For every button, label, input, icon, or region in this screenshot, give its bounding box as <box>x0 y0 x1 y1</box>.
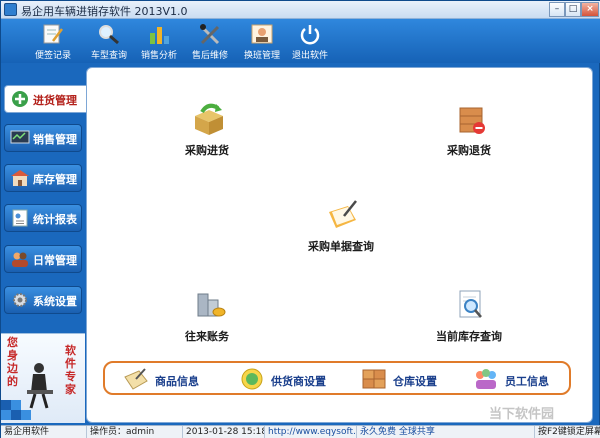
status-operator: 操作员：admin <box>87 426 183 438</box>
watermark-text: 当下软件园 <box>489 407 555 422</box>
sidebar-item-daily[interactable]: 日常管理 <box>4 245 82 273</box>
toolbar-repair-label: 售后维修 <box>191 51 228 61</box>
monitor-icon <box>10 130 30 144</box>
magnifier-icon <box>99 25 119 45</box>
quick-links-bar: 商品信息 供货商设置 仓库设置 员工信息 <box>103 361 571 395</box>
sidebar-item-label: 进货管理 <box>33 94 77 107</box>
sidebar-item-label: 系统设置 <box>33 295 77 308</box>
sidebar-item-inventory[interactable]: 库存管理 <box>4 164 82 192</box>
warehouse-settings-label: 仓库设置 <box>393 375 437 388</box>
inventory-search-icon <box>459 290 482 318</box>
toolbar-sales-analysis-button[interactable]: 销售分析 <box>133 21 185 61</box>
sidebar-item-sales[interactable]: 销售管理 <box>4 124 82 152</box>
accounts-label: 往来账务 <box>185 330 229 343</box>
person-card-icon <box>251 24 273 44</box>
toolbar-car-query-label: 车型查询 <box>90 51 127 61</box>
toolbar-note-button[interactable]: 便签记录 <box>27 21 79 61</box>
note-pencil-icon <box>43 24 63 44</box>
window-title: 易企用车辆进销存软件 2013V1.0 <box>21 5 188 18</box>
gear-icon <box>13 293 27 307</box>
close-button[interactable]: × <box>581 2 599 17</box>
sidebar-item-reports[interactable]: 统计报表 <box>4 204 82 232</box>
current-inventory-query-button[interactable]: 当前库存查询 <box>419 288 519 352</box>
supplier-settings-link[interactable]: 供货商设置 <box>239 367 349 391</box>
toolbar-sales-analysis-label: 销售分析 <box>140 51 177 61</box>
return-box-icon <box>459 107 485 134</box>
purchase-document-query-button[interactable]: 采购单据查询 <box>291 198 391 262</box>
product-info-icon <box>124 368 148 390</box>
purchase-in-button[interactable]: 采购进货 <box>157 102 257 166</box>
toolbar: 便签记录 车型查询 销售分析 售后维修 换班管理 退出软件 <box>1 19 600 63</box>
people-icon <box>12 252 28 267</box>
document-query-icon <box>329 200 357 228</box>
staff-info-label: 员工信息 <box>505 375 549 388</box>
tools-icon <box>200 24 220 45</box>
supplier-icon <box>241 368 263 390</box>
toolbar-exit-label: 退出软件 <box>291 51 328 61</box>
slogan-left-text: 您身边的 <box>7 336 18 388</box>
maximize-button[interactable]: □ <box>565 2 581 17</box>
sidebar-item-purchase[interactable]: 进货管理 <box>4 85 86 113</box>
app-window: 易企用车辆进销存软件 2013V1.0 – □ × 便签记录 车型查询 销售分析… <box>0 0 600 438</box>
product-info-label: 商品信息 <box>155 375 199 388</box>
sidebar-nav: 进货管理 销售管理 库存管理 统计报表 日常管理 系统设置 您身边的 软件专家 <box>1 63 86 425</box>
sidebar-item-label: 库存管理 <box>33 173 77 186</box>
purchase-in-label: 采购进货 <box>185 144 229 157</box>
status-website-link[interactable]: http://www.eqysoft.com/ <box>265 426 357 438</box>
current-inventory-query-label: 当前库存查询 <box>436 330 502 343</box>
purchase-return-label: 采购退货 <box>447 144 491 157</box>
main-content-panel: 采购进货 采购退货 采购单据查询 往来账务 当前库存查询 商品信息 供货商设置 … <box>86 67 593 423</box>
toolbar-exit-button[interactable]: 退出软件 <box>284 21 336 61</box>
toolbar-repair-button[interactable]: 售后维修 <box>184 21 236 61</box>
purchase-box-icon <box>195 103 223 135</box>
toolbar-note-label: 便签记录 <box>34 51 71 61</box>
warehouse-icon <box>11 170 29 186</box>
status-promo: 永久免费 全球共享 <box>357 426 535 438</box>
toolbar-shift-button[interactable]: 换班管理 <box>236 21 288 61</box>
status-lock-hint: 按F2键锁定屏幕 <box>538 427 600 437</box>
coins-icon <box>197 293 226 317</box>
sidebar-item-settings[interactable]: 系统设置 <box>4 286 82 314</box>
status-app-name: 易企用软件 <box>1 426 87 438</box>
toolbar-shift-label: 换班管理 <box>243 51 280 61</box>
product-info-link[interactable]: 商品信息 <box>123 367 223 391</box>
minimize-button[interactable]: – <box>549 2 565 17</box>
power-icon <box>300 25 320 45</box>
report-icon <box>12 209 28 227</box>
warehouse-settings-link[interactable]: 仓库设置 <box>361 367 461 391</box>
staff-icon <box>476 369 496 389</box>
toolbar-car-query-button[interactable]: 车型查询 <box>83 21 135 61</box>
accounts-button[interactable]: 往来账务 <box>157 288 257 352</box>
sidebar-mascot-banner: 您身边的 软件专家 <box>1 333 85 423</box>
plus-circle-icon <box>12 91 28 107</box>
sidebar-item-label: 日常管理 <box>33 254 77 267</box>
slogan-right-text: 软件专家 <box>65 344 76 396</box>
app-logo-icon <box>4 3 17 16</box>
status-bar: 易企用软件 操作员：admin 2013-01-28 15:18:13 http… <box>1 425 600 438</box>
staff-info-link[interactable]: 员工信息 <box>473 367 569 391</box>
sidebar-item-label: 统计报表 <box>33 213 77 226</box>
warehouse-box-icon <box>362 369 386 389</box>
purchase-document-query-label: 采购单据查询 <box>308 240 374 253</box>
purchase-return-button[interactable]: 采购退货 <box>419 102 519 166</box>
sidebar-item-label: 销售管理 <box>33 133 77 146</box>
supplier-settings-label: 供货商设置 <box>271 375 326 388</box>
status-datetime: 2013-01-28 15:18:13 <box>183 426 265 438</box>
bar-chart-icon <box>150 27 169 44</box>
title-bar: 易企用车辆进销存软件 2013V1.0 – □ × <box>1 1 600 19</box>
